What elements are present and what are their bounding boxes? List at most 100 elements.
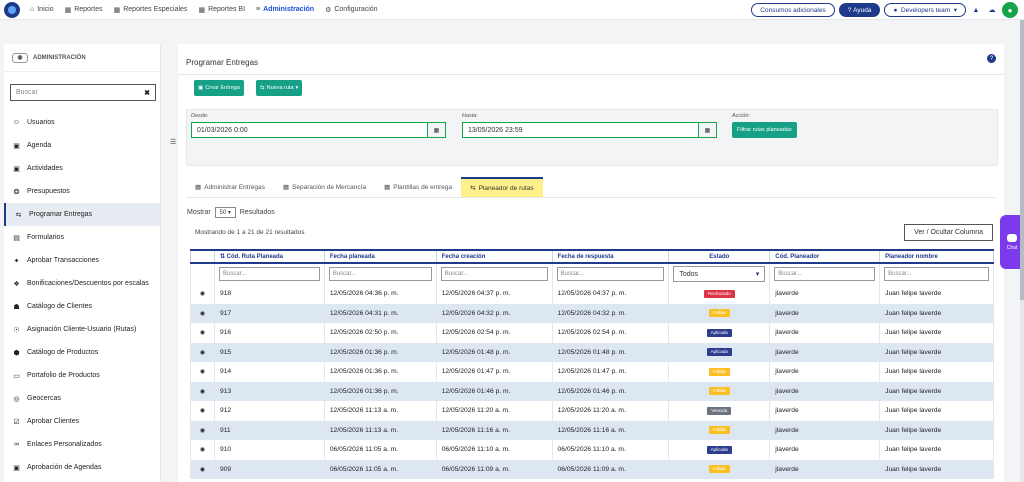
sidebar-item[interactable]: ✦ Aprobar Transacciones bbox=[4, 249, 160, 272]
column-filter-input[interactable]: Buscar... bbox=[328, 267, 432, 281]
cell-nombre: Juan felipe laverde bbox=[879, 420, 994, 440]
sidebar-item[interactable]: ☗ Catálogo de Clientes bbox=[4, 295, 160, 318]
sidebar-item-label: Aprobar Clientes bbox=[27, 418, 80, 425]
calendar-icon[interactable]: ▦ bbox=[699, 122, 717, 138]
column-header[interactable]: ⇅ Cód. Ruta Planeada bbox=[213, 249, 325, 264]
tab-1[interactable]: ▦ Separación de Mercancía bbox=[274, 177, 375, 197]
help-button[interactable]: ? Ayuda bbox=[838, 3, 881, 17]
tab-0[interactable]: ▦ Administrar Entregas bbox=[186, 177, 274, 197]
cell-respuesta: 12/05/2026 11:16 a. m. bbox=[551, 420, 670, 440]
sidebar-item[interactable]: ☉ Asignación Cliente-Usuario (Rutas) bbox=[4, 318, 160, 341]
column-filter-input[interactable]: Buscar... bbox=[440, 267, 548, 281]
column-header[interactable]: Fecha planeada bbox=[323, 249, 437, 264]
notifications-bell-icon[interactable]: ● bbox=[1002, 2, 1018, 18]
new-route-button[interactable]: ⇆ Nueva ruta ▾ bbox=[256, 80, 303, 96]
sidebar-item[interactable]: ▤ Formularios bbox=[4, 226, 160, 249]
column-header[interactable] bbox=[190, 249, 215, 264]
column-filter-input[interactable]: Buscar... bbox=[556, 267, 665, 281]
nav-item-4[interactable]: ≡ Administración bbox=[256, 6, 314, 13]
table-row[interactable]: ◉ 909 06/05/2026 11:05 a. m. 06/05/2026 11:… bbox=[190, 459, 994, 479]
clear-icon[interactable]: ✖ bbox=[144, 89, 150, 97]
cloud-download-icon[interactable]: ☁ bbox=[986, 4, 998, 16]
filter-routes-button[interactable]: Filtrar rutas planeadas bbox=[732, 122, 797, 138]
table-row[interactable]: ◉ 917 12/05/2026 04:31 p. m. 12/05/2026 04:… bbox=[190, 303, 994, 323]
consumos-adicionales-button[interactable]: Consumos adicionales bbox=[751, 3, 835, 17]
sidebar-item[interactable]: ▣ Aprobación de Agendas bbox=[4, 456, 160, 479]
nav-item-5[interactable]: ⚙ Configuración bbox=[325, 6, 377, 14]
view-eye-icon[interactable]: ◉ bbox=[190, 401, 215, 421]
collapse-sidebar-icon[interactable]: ☰ bbox=[170, 138, 176, 146]
table-row[interactable]: ◉ 912 12/05/2026 11:13 a. m. 12/05/2026 11:… bbox=[190, 401, 994, 421]
table-row[interactable]: ◉ 911 12/05/2026 11:13 a. m. 12/05/2026 11:… bbox=[190, 420, 994, 440]
grid-icon: ▦ bbox=[113, 6, 121, 14]
table-row[interactable]: ◉ 916 12/05/2026 02:50 p. m. 12/05/2026 02:… bbox=[190, 323, 994, 343]
sidebar-item[interactable]: ⇆ Programar Entregas bbox=[4, 203, 160, 226]
column-header[interactable]: Cód. Planeador bbox=[769, 249, 881, 264]
sidebar-search-input[interactable]: Buscar ✖ bbox=[10, 84, 156, 101]
sidebar-item[interactable]: ⬢ Catálogo de Productos bbox=[4, 341, 160, 364]
tab-2[interactable]: ▦ Plantillas de entrega bbox=[375, 177, 461, 197]
nav-item-0[interactable]: ⌂ Inicio bbox=[30, 6, 54, 13]
sidebar-item[interactable]: ▣ Actividades bbox=[4, 157, 160, 180]
folder-icon: ▭ bbox=[13, 372, 20, 380]
nav-item-2[interactable]: ▦ Reportes Especiales bbox=[114, 6, 188, 14]
view-eye-icon[interactable]: ◉ bbox=[190, 381, 215, 401]
app-logo[interactable] bbox=[4, 1, 20, 18]
view-eye-icon[interactable]: ◉ bbox=[190, 342, 215, 362]
grid-icon: ▦ bbox=[64, 6, 72, 14]
table-row[interactable]: ◉ 913 12/05/2026 01:36 p. m. 12/05/2026 01:… bbox=[190, 381, 994, 401]
megaphone-icon[interactable]: ▲ bbox=[970, 4, 982, 16]
create-delivery-button[interactable]: ▣ Crear Entrega bbox=[194, 80, 244, 96]
column-header[interactable]: Fecha creación bbox=[435, 249, 553, 264]
page-size-select[interactable]: 50 ▾ bbox=[214, 207, 236, 218]
column-filter-input[interactable]: Buscar... bbox=[774, 267, 876, 281]
sidebar-item[interactable]: ❂ Presupuestos bbox=[4, 180, 160, 203]
table-row[interactable]: ◉ 910 06/05/2026 11:05 a. m. 06/05/2026 11:… bbox=[190, 440, 994, 460]
column-header[interactable]: Fecha de respuesta bbox=[551, 249, 670, 264]
hasta-input[interactable]: 13/05/2026 23:59 bbox=[462, 122, 699, 138]
tab-3[interactable]: ⇆ Planeador de rutas bbox=[461, 177, 543, 197]
sidebar-item[interactable]: ☺ Usuarios bbox=[4, 111, 160, 134]
team-selector[interactable]: ● Developers team ▾ bbox=[884, 3, 966, 17]
cell-id: 916 bbox=[213, 323, 325, 343]
view-eye-icon[interactable]: ◉ bbox=[190, 303, 215, 323]
sidebar-item-label: Aprobar Transacciones bbox=[27, 257, 99, 264]
view-eye-icon[interactable]: ◉ bbox=[190, 362, 215, 382]
view-eye-icon[interactable]: ◉ bbox=[190, 440, 215, 460]
column-header[interactable]: Planeador nombre bbox=[879, 249, 994, 264]
help-label: Ayuda bbox=[853, 6, 872, 14]
toggle-columns-button[interactable]: Ver / Ocultar Columna bbox=[904, 224, 993, 241]
sidebar-item[interactable]: ∞ Enlaces Personalizados bbox=[4, 433, 160, 456]
sort-icon[interactable]: ⇅ bbox=[220, 254, 227, 260]
column-filter-input[interactable]: Buscar... bbox=[884, 267, 989, 281]
sidebar-item-label: Catálogo de Productos bbox=[27, 349, 99, 356]
table-row[interactable]: ◉ 918 12/05/2026 04:36 p. m. 12/05/2026 04:… bbox=[190, 284, 994, 304]
eye-icon[interactable]: ◉ bbox=[12, 52, 28, 63]
view-eye-icon[interactable]: ◉ bbox=[190, 284, 215, 304]
filter-row: Buscar... Buscar... Buscar... Buscar... Todo… bbox=[190, 263, 994, 284]
table-row[interactable]: ◉ 914 12/05/2026 01:36 p. m. 12/05/2026 01:… bbox=[190, 362, 994, 382]
tab-label: Separación de Mercancía bbox=[292, 183, 367, 191]
scrollbar-thumb[interactable] bbox=[1020, 20, 1024, 300]
column-filter-input[interactable]: Buscar... bbox=[218, 267, 320, 281]
cell-respuesta: 12/05/2026 11:20 a. m. bbox=[551, 401, 670, 421]
view-eye-icon[interactable]: ◉ bbox=[190, 459, 215, 479]
sidebar-item[interactable]: ❖ Bonificaciones/Descuentos por escalas bbox=[4, 272, 160, 295]
estado-filter-select[interactable]: Todos ▾ bbox=[673, 266, 766, 282]
desde-input[interactable]: 01/03/2026 0:00 bbox=[191, 122, 428, 138]
nav-item-1[interactable]: ▦ Reportes bbox=[65, 6, 103, 14]
sidebar-item[interactable]: ◎ Geocercas bbox=[4, 387, 160, 410]
catalog-icon: ☗ bbox=[13, 303, 20, 311]
table-row[interactable]: ◉ 915 12/05/2026 01:36 p. m. 12/05/2026 01:… bbox=[190, 342, 994, 362]
cell-cod: jlaverde bbox=[769, 459, 881, 479]
sidebar-item[interactable]: ☑ Aprobar Clientes bbox=[4, 410, 160, 433]
sidebar-item[interactable]: ▣ Agenda bbox=[4, 134, 160, 157]
view-eye-icon[interactable]: ◉ bbox=[190, 420, 215, 440]
question-icon[interactable]: ? bbox=[987, 54, 996, 63]
column-header[interactable]: Estado bbox=[668, 249, 771, 264]
calendar-icon[interactable]: ▦ bbox=[428, 122, 446, 138]
cell-planeada: 12/05/2026 04:31 p. m. bbox=[323, 303, 437, 323]
sidebar-item[interactable]: ▭ Portafolio de Productos bbox=[4, 364, 160, 387]
view-eye-icon[interactable]: ◉ bbox=[190, 323, 215, 343]
nav-item-3[interactable]: ▦ Reportes BI bbox=[198, 6, 245, 14]
